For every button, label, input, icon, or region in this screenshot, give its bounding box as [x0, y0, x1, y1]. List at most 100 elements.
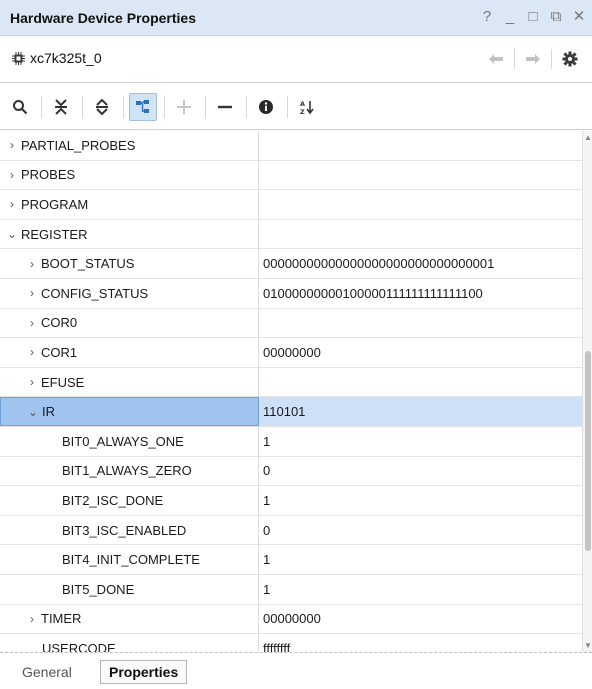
property-value[interactable]: 00000000 — [263, 605, 578, 634]
property-value[interactable] — [263, 131, 578, 160]
chevron-right-icon[interactable]: › — [26, 375, 38, 389]
property-value[interactable]: 0 — [263, 457, 578, 486]
chevron-right-icon[interactable]: › — [6, 138, 18, 152]
property-name-cell[interactable]: › PARTIAL_PROBES — [0, 131, 259, 160]
collapse-all-button[interactable] — [47, 93, 75, 121]
chevron-right-icon[interactable]: › — [6, 197, 18, 211]
property-row[interactable]: ⌄ IR 110101 — [0, 397, 582, 427]
tab-general[interactable]: General — [14, 660, 80, 684]
property-value[interactable]: 1 — [263, 545, 578, 574]
property-row[interactable]: › PROBES — [0, 160, 582, 191]
property-value[interactable] — [263, 368, 578, 397]
arrow-right-icon — [526, 54, 540, 64]
toolbar-separator — [123, 95, 124, 118]
property-row[interactable]: BIT2_ISC_DONE 1 — [0, 486, 582, 516]
tab-properties[interactable]: Properties — [100, 660, 188, 684]
property-value[interactable]: 00000000 — [263, 338, 578, 367]
chevron-right-icon[interactable]: › — [26, 257, 38, 271]
property-name: TIMER — [41, 611, 82, 627]
property-name-cell[interactable]: › CONFIG_STATUS — [0, 279, 259, 308]
add-icon — [177, 99, 191, 114]
property-value[interactable]: 00000000000000000000000000000001 — [263, 249, 578, 278]
property-row[interactable]: BIT3_ISC_ENABLED 0 — [0, 515, 582, 546]
svg-text:A: A — [300, 100, 305, 108]
chevron-right-icon[interactable]: › — [26, 286, 38, 300]
property-name-cell[interactable]: BIT3_ISC_ENABLED — [0, 515, 259, 545]
property-name-cell[interactable]: › BOOT_STATUS — [0, 249, 259, 278]
tree-view-button[interactable] — [129, 92, 157, 121]
chevron-down-icon[interactable]: ⌄ — [6, 227, 18, 241]
property-row[interactable]: › TIMER 00000000 — [0, 604, 582, 635]
maximize-icon[interactable]: □ — [526, 8, 540, 26]
scrollbar-thumb[interactable] — [585, 351, 591, 551]
property-value[interactable] — [263, 161, 578, 190]
property-name-cell[interactable]: BIT2_ISC_DONE — [0, 486, 259, 515]
search-button[interactable] — [6, 93, 34, 121]
property-value[interactable] — [263, 309, 578, 338]
chevron-right-icon[interactable]: › — [26, 345, 38, 359]
property-name-cell[interactable]: USERCODE — [0, 634, 259, 652]
property-name-cell[interactable]: ⌄ REGISTER — [0, 219, 259, 249]
property-name-cell[interactable]: BIT4_INIT_COMPLETE — [0, 545, 259, 574]
search-icon — [13, 99, 28, 114]
scroll-up-icon[interactable]: ▲ — [583, 133, 592, 142]
add-button[interactable] — [170, 93, 198, 121]
chevron-right-icon[interactable]: › — [6, 168, 18, 182]
property-row[interactable]: ⌄ REGISTER — [0, 219, 582, 250]
property-value[interactable]: 1 — [263, 427, 578, 456]
remove-button[interactable] — [211, 93, 239, 121]
minimize-icon[interactable]: _ — [503, 8, 517, 26]
property-row[interactable]: BIT1_ALWAYS_ZERO 0 — [0, 456, 582, 487]
property-value[interactable] — [263, 220, 578, 249]
property-value[interactable]: 0 — [263, 516, 578, 545]
property-row[interactable]: BIT4_INIT_COMPLETE 1 — [0, 545, 582, 575]
property-value[interactable] — [263, 190, 578, 219]
settings-button[interactable] — [556, 48, 584, 70]
property-name-cell[interactable]: › TIMER — [0, 604, 259, 634]
info-button[interactable] — [252, 93, 280, 121]
property-name: BIT4_INIT_COMPLETE — [62, 552, 200, 568]
property-value[interactable]: 110101 — [263, 397, 578, 426]
remove-icon — [218, 105, 232, 108]
chevron-right-icon[interactable]: › — [26, 316, 38, 330]
property-name: COR1 — [41, 344, 78, 360]
property-name-cell[interactable]: BIT0_ALWAYS_ONE — [0, 427, 259, 456]
close-icon[interactable]: ✕ — [572, 8, 586, 26]
property-name-cell[interactable]: BIT5_DONE — [0, 575, 259, 604]
scroll-down-icon[interactable]: ▼ — [583, 641, 592, 650]
property-name-cell[interactable]: BIT1_ALWAYS_ZERO — [0, 456, 259, 486]
sort-button[interactable]: A Z — [293, 93, 321, 121]
property-name-cell[interactable]: › PROGRAM — [0, 190, 259, 219]
property-name-cell[interactable]: › COR1 — [0, 338, 259, 367]
property-value[interactable]: ffffffff — [263, 634, 578, 652]
property-row[interactable]: › COR0 — [0, 308, 582, 339]
property-row[interactable]: › PARTIAL_PROBES — [0, 131, 582, 161]
expand-all-button[interactable] — [88, 93, 116, 121]
nav-separator — [514, 49, 515, 69]
property-name: PROBES — [21, 167, 76, 183]
property-name-cell[interactable]: › COR0 — [0, 308, 259, 338]
property-row[interactable]: BIT0_ALWAYS_ONE 1 — [0, 427, 582, 457]
vertical-scrollbar[interactable]: ▲ ▼ — [582, 131, 592, 652]
property-value[interactable]: 1 — [263, 486, 578, 515]
property-name: BIT2_ISC_DONE — [62, 492, 164, 508]
property-row[interactable]: › BOOT_STATUS 0000000000000000000000000000… — [0, 249, 582, 279]
property-name-cell[interactable]: › EFUSE — [0, 367, 259, 397]
property-row[interactable]: › EFUSE — [0, 367, 582, 398]
property-row[interactable]: › CONFIG_STATUS 01000000000100000111111111… — [0, 279, 582, 309]
property-name-cell[interactable]: › PROBES — [0, 160, 259, 190]
back-button[interactable] — [482, 48, 510, 70]
forward-button[interactable] — [519, 48, 547, 70]
property-value[interactable]: 1 — [263, 575, 578, 604]
property-row[interactable]: › PROGRAM — [0, 190, 582, 220]
property-name-cell[interactable]: ⌄ IR — [0, 397, 259, 426]
chevron-down-icon[interactable]: ⌄ — [27, 405, 39, 419]
chevron-right-icon[interactable]: › — [26, 612, 38, 626]
property-value[interactable]: 01000000000100000111111111111100 — [263, 279, 578, 308]
property-row[interactable]: USERCODE ffffffff — [0, 634, 582, 652]
property-row[interactable]: BIT5_DONE 1 — [0, 575, 582, 605]
help-icon[interactable]: ? — [480, 8, 494, 26]
property-row[interactable]: › COR1 00000000 — [0, 338, 582, 368]
float-icon[interactable]: ⧉ — [549, 8, 563, 26]
sort-az-icon: A Z — [300, 100, 314, 115]
